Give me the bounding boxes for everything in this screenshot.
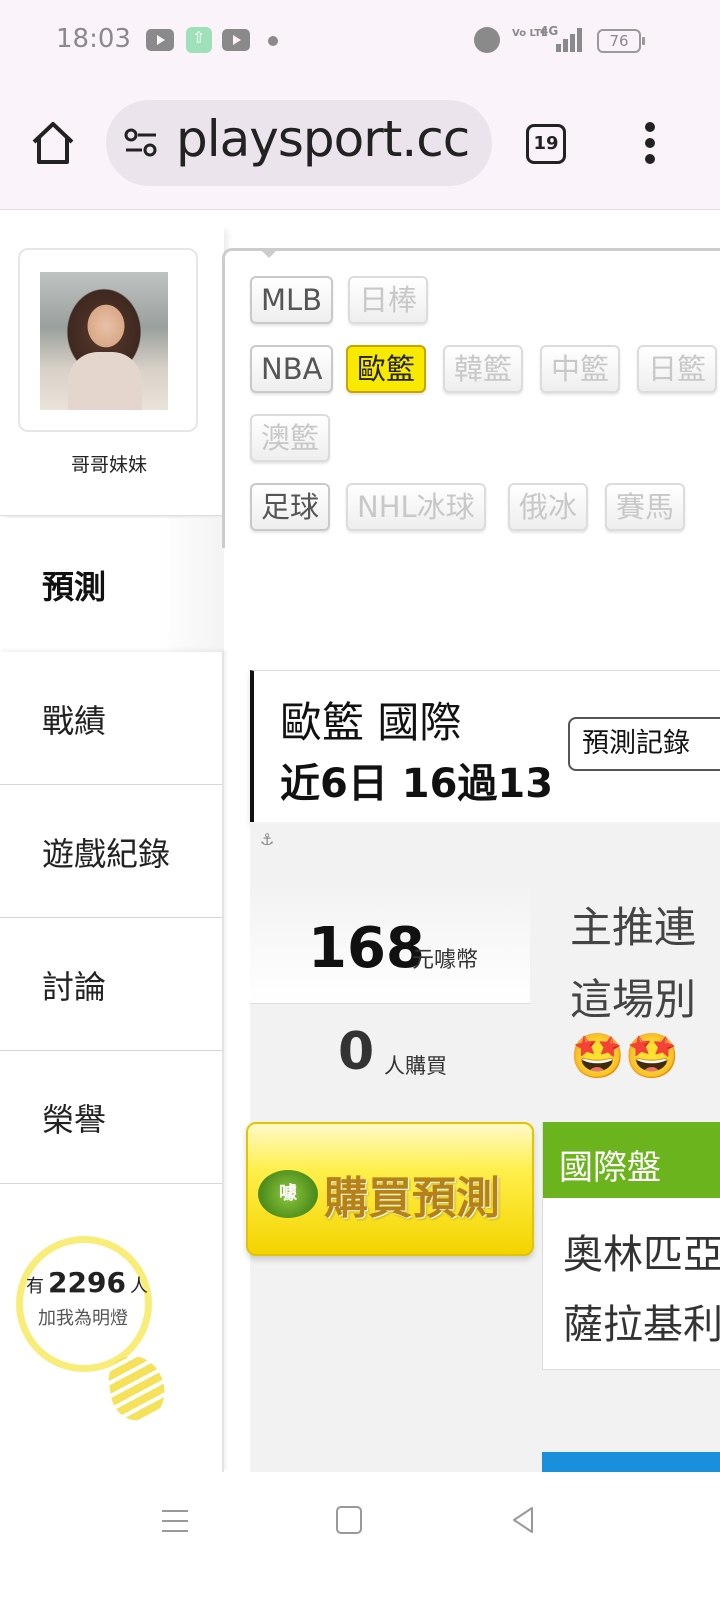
price-value: 168	[308, 916, 425, 981]
buyer-count: 0	[338, 1022, 375, 1082]
system-nav-bar	[0, 1472, 720, 1604]
market-box: 國際盤 奧林匹亞 薩拉基利斯	[542, 1122, 720, 1370]
sport-chip-nba[interactable]: NBA	[250, 345, 334, 393]
sport-chip-bleague[interactable]: 日籃	[637, 345, 718, 393]
avatar-frame[interactable]	[18, 248, 198, 432]
sport-chip-kbl[interactable]: 韓籃	[443, 345, 524, 393]
fans-suffix: 人	[129, 1276, 148, 1297]
market-header: 國際盤	[543, 1122, 720, 1198]
nav-item-discussion[interactable]: 討論	[0, 918, 222, 1051]
nav-item-label: 討論	[42, 968, 107, 1006]
description-line: 主推連	[570, 903, 697, 952]
sport-chip-soccer[interactable]: 足球	[250, 483, 331, 531]
prediction-title: 歐籃 國際	[280, 698, 462, 747]
status-time: 18:03	[56, 24, 131, 54]
sport-chip-khl[interactable]: 俄冰	[508, 483, 589, 531]
youtube-icon	[146, 29, 174, 51]
prediction-card: ⚓ 168 元噱幣 0 人購買 主推連 這場別 🤩🤩 噱 購買預測 國際盤 奧林…	[246, 822, 720, 1472]
star-struck-emoji-icon: 🤩🤩	[570, 1031, 680, 1082]
home-icon[interactable]	[30, 120, 76, 166]
notification-dot-icon	[268, 36, 278, 46]
tab-switcher-button[interactable]: 19	[526, 124, 566, 164]
prediction-header: 歐籃 國際 近6日 16過13 預測記錄	[250, 670, 720, 822]
nav-item-record[interactable]: 戰績	[0, 652, 222, 785]
nav-item-game-log[interactable]: 遊戲紀錄	[0, 785, 222, 918]
alarm-icon	[474, 27, 500, 53]
site-settings-icon[interactable]	[124, 128, 158, 158]
buy-prediction-button[interactable]: 噱 購買預測	[246, 1122, 534, 1256]
blue-bar	[542, 1452, 720, 1472]
nav-item-label: 預測	[42, 568, 107, 606]
back-icon[interactable]	[510, 1506, 536, 1534]
nav-item-prediction[interactable]: 預測	[0, 518, 224, 652]
market-label: 國際盤	[559, 1148, 661, 1188]
prediction-description: 主推連 這場別	[570, 892, 720, 1036]
signal-icon	[556, 28, 582, 52]
home-square-icon[interactable]	[336, 1506, 362, 1534]
buyer-unit: 人購買	[384, 1054, 447, 1078]
fans-prefix: 有	[26, 1276, 44, 1297]
coin-badge-icon: 噱	[258, 1170, 318, 1218]
sport-chip-npb[interactable]: 日棒	[348, 276, 429, 324]
recent-apps-icon[interactable]	[162, 1508, 188, 1534]
nav-item-honor[interactable]: 榮譽	[0, 1051, 222, 1184]
upload-icon	[186, 27, 212, 53]
sport-chip-nhl[interactable]: NHL冰球	[346, 483, 486, 531]
sport-chip-horse-racing[interactable]: 賽馬	[605, 483, 686, 531]
prediction-history-button[interactable]: 預測記錄	[568, 717, 720, 771]
browser-chrome: 18:03 Vo LTE 4G 76 playsport.cc 19	[0, 0, 720, 210]
avatar[interactable]	[40, 272, 168, 410]
team-name: 薩拉基利斯	[563, 1302, 720, 1348]
battery-icon: 76	[597, 29, 645, 53]
prediction-record: 近6日 16過13	[280, 761, 554, 807]
address-bar[interactable]: playsport.cc	[106, 100, 492, 186]
nav-item-label: 戰績	[42, 702, 107, 740]
team-name: 奧林匹亞	[563, 1232, 720, 1278]
sport-chip-cba[interactable]: 中籃	[540, 345, 621, 393]
price-box: 168 元噱幣	[250, 882, 530, 1004]
profile-card: 哥哥妹妹	[0, 226, 224, 516]
sport-chip-euro-basketball[interactable]: 歐籃	[346, 345, 427, 393]
url-text[interactable]: playsport.cc	[176, 110, 470, 168]
buy-prediction-label: 購買預測	[324, 1173, 500, 1224]
description-line: 這場別	[570, 975, 697, 1024]
youtube-icon	[222, 29, 250, 51]
pin-icon: ⚓	[260, 830, 275, 849]
more-menu-icon[interactable]	[640, 120, 660, 166]
nav-item-label: 遊戲紀錄	[42, 835, 171, 873]
fans-count-line: 有 2296 人	[26, 1266, 148, 1299]
sport-chip-mlb[interactable]: MLB	[250, 276, 334, 324]
nav-item-label: 榮譽	[42, 1101, 107, 1139]
fans-caption: 加我為明燈	[38, 1308, 128, 1329]
fans-count: 2296	[48, 1266, 126, 1299]
price-unit: 元噱幣	[412, 948, 479, 973]
sport-chip-nbl[interactable]: 澳籃	[250, 414, 331, 462]
profile-name[interactable]: 哥哥妹妹	[0, 450, 218, 477]
